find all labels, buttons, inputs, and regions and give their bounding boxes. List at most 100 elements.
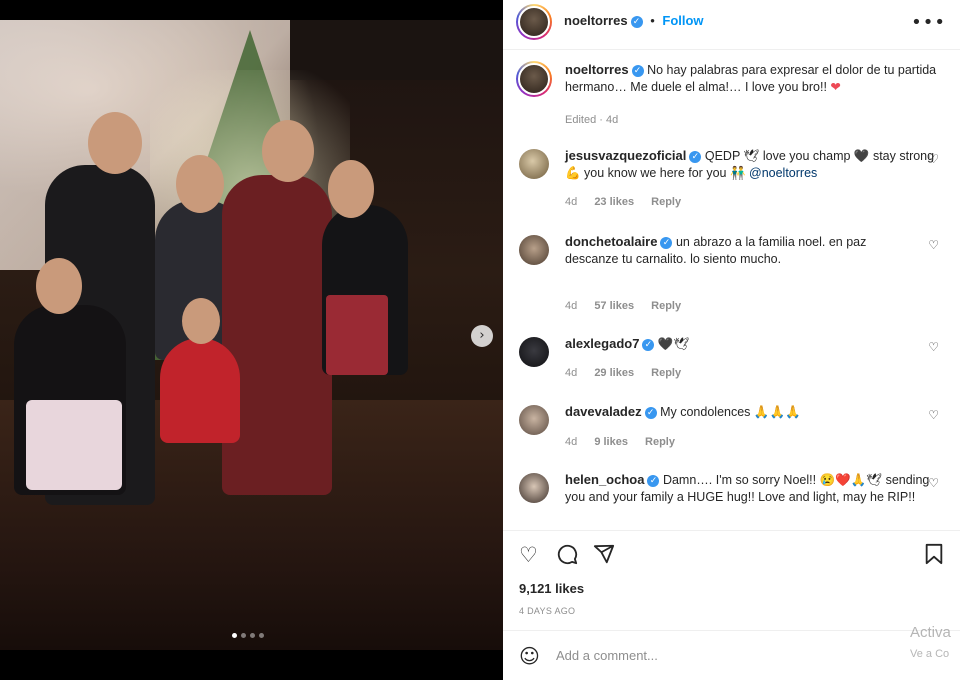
verified-icon: ✓ — [630, 15, 643, 28]
caption-avatar-image — [518, 63, 550, 95]
avatar-image — [518, 6, 550, 38]
caption-text-block: noeltorres ✓ No hay palabras para expresa… — [565, 62, 937, 95]
carousel-dot-4 — [259, 633, 264, 638]
comment-username[interactable]: alexlegado7 — [565, 336, 639, 351]
header-user-row: noeltorres ✓ • Follow — [564, 13, 704, 28]
carousel-dot-2 — [241, 633, 246, 638]
avatar[interactable] — [516, 4, 552, 40]
comment-text-block: helen_ochoa ✓ Damn…. I'm so sorry Noel!! … — [565, 472, 937, 505]
comment-meta: 4d 57 likes Reply — [565, 300, 681, 312]
person-4-skirt — [326, 295, 388, 375]
verified-icon: ✓ — [660, 236, 673, 249]
person-5-skirt — [26, 400, 122, 490]
save-icon-svg — [925, 543, 943, 565]
comment-age: 4d — [565, 436, 578, 448]
person-4-head — [328, 160, 374, 218]
person-6-head — [182, 298, 220, 344]
comment-text-block: alexlegado7 ✓ 🖤🕊 — [565, 336, 937, 353]
comment-age: 4d — [565, 367, 578, 379]
photo-letterbox-top — [0, 0, 503, 20]
comment-username[interactable]: davevaladez — [565, 404, 642, 419]
carousel-indicator — [232, 633, 264, 638]
comment-item: jesusvazquezoficial ✓ QEDP 🕊 love you cha… — [519, 148, 939, 218]
comment-avatar[interactable] — [519, 235, 549, 265]
heart-icon[interactable]: ♡ — [928, 476, 939, 490]
comment-username[interactable]: helen_ochoa — [565, 472, 644, 487]
comment-text-block: jesusvazquezoficial ✓ QEDP 🕊 love you cha… — [565, 148, 937, 181]
heart-emoji: ❤ — [830, 79, 841, 94]
person-3-head — [262, 120, 314, 182]
next-arrow-icon[interactable]: › — [471, 325, 493, 347]
comment-avatar[interactable] — [519, 149, 549, 179]
reply-button[interactable]: Reply — [651, 196, 681, 208]
header-username[interactable]: noeltorres — [564, 13, 628, 28]
verified-icon: ✓ — [644, 406, 657, 419]
verified-icon: ✓ — [642, 338, 655, 351]
verified-icon: ✓ — [647, 474, 660, 487]
comment-mention[interactable]: @noeltorres — [749, 166, 817, 180]
comment-icon-svg — [557, 544, 578, 565]
post-header: noeltorres ✓ • Follow ••• — [503, 0, 960, 50]
comment-likes[interactable]: 9 likes — [594, 436, 628, 448]
save-icon[interactable] — [924, 543, 944, 570]
follow-button[interactable]: Follow — [662, 13, 703, 28]
comments-list[interactable]: noeltorres ✓ No hay palabras para expresa… — [503, 51, 960, 529]
person-3 — [222, 175, 332, 495]
dot-separator: • — [650, 13, 655, 28]
comment-username[interactable]: donchetoalaire — [565, 234, 657, 249]
caption-avatar[interactable] — [516, 61, 552, 97]
emoji-icon[interactable]: ☺ — [519, 644, 540, 668]
comment-avatar[interactable] — [519, 473, 549, 503]
comment-meta: 4d 9 likes Reply — [565, 436, 675, 448]
person-1-head — [88, 112, 142, 174]
comment-age: 4d — [565, 196, 578, 208]
caption: noeltorres ✓ No hay palabras para expresa… — [516, 61, 936, 132]
verified-icon: ✓ — [689, 150, 702, 163]
carousel-dot-1 — [232, 633, 237, 638]
comment-input[interactable]: Add a comment... — [556, 648, 658, 663]
comment-likes[interactable]: 29 likes — [594, 367, 634, 379]
reply-button[interactable]: Reply — [651, 300, 681, 312]
comment-item: donchetoalaire ✓ un abrazo a la familia n… — [519, 234, 939, 314]
comment-likes[interactable]: 23 likes — [594, 196, 634, 208]
windows-activation-watermark-sub: Ve a Co — [910, 648, 950, 660]
likes-count[interactable]: 9,121 likes — [519, 581, 584, 596]
comment-text: My condolences 🙏🙏🙏 — [660, 405, 801, 419]
more-icon[interactable]: ••• — [911, 12, 946, 33]
comment-item: alexlegado7 ✓ 🖤🕊 4d 29 likes Reply ♡ — [519, 336, 939, 386]
post-date[interactable]: 4 DAYS AGO — [519, 606, 575, 616]
person-6 — [160, 338, 240, 443]
caption-username[interactable]: noeltorres — [565, 62, 629, 77]
comment-item: davevaladez ✓ My condolences 🙏🙏🙏 4d 9 lik… — [519, 404, 939, 454]
comment-meta: 4d 23 likes Reply — [565, 196, 681, 208]
comment-meta: 4d 29 likes Reply — [565, 367, 681, 379]
person-5-head — [36, 258, 82, 314]
comment-age: 4d — [565, 300, 578, 312]
comment-text: 🖤🕊 — [657, 337, 690, 351]
reply-button[interactable]: Reply — [645, 436, 675, 448]
heart-icon[interactable]: ♡ — [519, 543, 538, 567]
heart-icon[interactable]: ♡ — [928, 408, 939, 422]
share-icon[interactable] — [593, 543, 615, 570]
comment-likes[interactable]: 57 likes — [594, 300, 634, 312]
share-icon-svg — [593, 544, 615, 564]
comment-icon[interactable] — [556, 543, 578, 570]
post-actions: ♡ 9,121 likes 4 DAYS AGO — [503, 530, 960, 630]
heart-icon[interactable]: ♡ — [928, 340, 939, 354]
comment-avatar[interactable] — [519, 405, 549, 435]
person-2-head — [176, 155, 224, 213]
add-comment-bar: ☺ Add a comment... — [503, 630, 960, 680]
heart-icon[interactable]: ♡ — [928, 238, 939, 252]
windows-activation-watermark: Activa — [910, 624, 951, 641]
caption-meta: Edited · 4d — [565, 114, 619, 126]
comment-username[interactable]: jesusvazquezoficial — [565, 148, 686, 163]
comment-item: helen_ochoa ✓ Damn…. I'm so sorry Noel!! … — [519, 472, 939, 529]
comment-avatar[interactable] — [519, 337, 549, 367]
verified-icon: ✓ — [631, 64, 644, 77]
carousel-dot-3 — [250, 633, 255, 638]
comment-text-block: donchetoalaire ✓ un abrazo a la familia n… — [565, 234, 895, 267]
reply-button[interactable]: Reply — [651, 367, 681, 379]
comment-text-block: davevaladez ✓ My condolences 🙏🙏🙏 — [565, 404, 937, 421]
post-photo[interactable]: › — [0, 0, 503, 680]
heart-icon[interactable]: ♡ — [928, 152, 939, 166]
